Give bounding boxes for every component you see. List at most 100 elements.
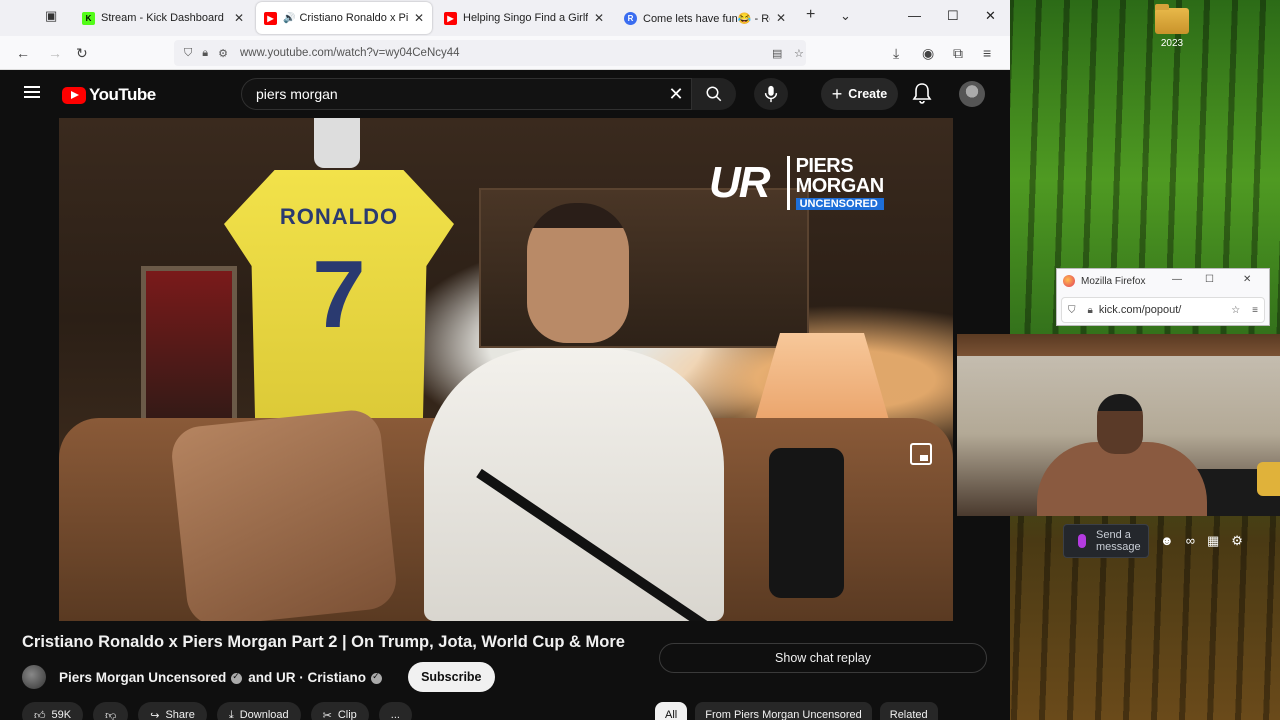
- video-title: Cristiano Ronaldo x Piers Morgan Part 2 …: [22, 633, 625, 651]
- ur-logo-text: UR: [709, 158, 771, 207]
- minimize-icon[interactable]: —: [908, 8, 921, 23]
- extensions-icon[interactable]: ⧉: [953, 45, 963, 62]
- video-player[interactable]: RONALDO 7 UR PIERS MORGAN UNCENSORED: [59, 118, 953, 621]
- desktop-folder-2023[interactable]: 2023: [1150, 4, 1194, 49]
- lock-icon[interactable]: 🔒︎: [1088, 305, 1093, 316]
- close-window-icon[interactable]: ✕: [985, 8, 996, 24]
- related-chips: All From Piers Morgan Uncensored Related: [655, 702, 938, 720]
- tab-title: Cristiano Ronaldo x Piers M: [299, 12, 408, 24]
- speaker-icon[interactable]: 🔊: [283, 13, 295, 24]
- tab-list-icon[interactable]: ▣: [45, 8, 57, 24]
- url-text[interactable]: www.youtube.com/watch?v=wy04CeNcy44: [240, 47, 460, 59]
- permissions-icon[interactable]: ⚙: [218, 47, 228, 60]
- piers-morgan-logo: PIERS MORGAN UNCENSORED: [786, 156, 885, 210]
- bookmark-star-icon[interactable]: ☆: [1231, 305, 1240, 316]
- settings-gear-icon[interactable]: ⚙: [1231, 533, 1243, 549]
- webcam-scene-pillow: [1257, 462, 1280, 496]
- popout-url-bar[interactable]: ⛉ 🔒︎ kick.com/popout/ ☆ ≡: [1061, 297, 1265, 323]
- tab-cristiano-ronaldo[interactable]: ▶ 🔊 Cristiano Ronaldo x Piers M ✕: [256, 2, 432, 34]
- voice-search-button[interactable]: [754, 78, 788, 110]
- video-scene-microphone: [769, 448, 844, 598]
- action-buttons: 👍︎ 59K 👎︎ ↪ Share ⤓ Download ✂ Clip ...: [22, 702, 412, 720]
- maximize-icon[interactable]: ☐: [947, 8, 959, 24]
- clip-button[interactable]: ✂ Clip: [310, 702, 369, 720]
- dislike-button[interactable]: 👎︎: [93, 702, 129, 720]
- notifications-bell-icon[interactable]: [912, 82, 932, 109]
- clear-search-icon[interactable]: ✕: [661, 84, 691, 105]
- miniplayer-icon[interactable]: [910, 443, 932, 465]
- share-button[interactable]: ↪ Share: [138, 702, 207, 720]
- channel-watermark: UR PIERS MORGAN UNCENSORED: [709, 156, 884, 210]
- youtube-favicon-icon: ▶: [264, 11, 277, 25]
- maximize-icon[interactable]: ☐: [1205, 274, 1214, 285]
- webcam-scene-ceiling: [957, 334, 1280, 356]
- youtube-logo-text: YouTube: [89, 85, 156, 104]
- search-button[interactable]: [692, 78, 736, 110]
- chevron-down-icon[interactable]: ⌄: [840, 8, 851, 24]
- tab-title: Come lets have fun😂 - Restr: [643, 12, 770, 25]
- kick-favicon-icon: K: [82, 11, 95, 25]
- shield-icon[interactable]: ⛉: [1068, 305, 1076, 316]
- more-actions-button[interactable]: ...: [378, 702, 412, 720]
- firefox-logo-icon: [1063, 275, 1075, 287]
- search-box[interactable]: piers morgan ✕: [241, 78, 692, 110]
- youtube-logo[interactable]: YouTube: [62, 85, 156, 105]
- tab-title: Helping Singo Find a Girlfriend: [463, 12, 588, 24]
- video-scene-pillow: [169, 407, 399, 621]
- close-tab-icon[interactable]: ✕: [776, 11, 786, 25]
- reload-icon[interactable]: ↻: [76, 45, 88, 62]
- restream-favicon-icon: R: [624, 11, 637, 25]
- popout-url-text[interactable]: kick.com/popout/: [1099, 304, 1182, 316]
- reader-view-icon[interactable]: ▤: [772, 47, 782, 60]
- webcam-scene-person: [1037, 394, 1207, 516]
- user-avatar[interactable]: [959, 81, 985, 107]
- menu-icon[interactable]: ≡: [1252, 305, 1258, 316]
- new-tab-button[interactable]: +: [806, 6, 815, 24]
- close-window-icon[interactable]: ✕: [1243, 274, 1251, 285]
- bookmark-star-icon[interactable]: ☆: [794, 47, 804, 60]
- close-tab-icon[interactable]: ✕: [234, 11, 244, 25]
- jersey-number-text: 7: [312, 241, 366, 348]
- pm-line2: MORGAN: [795, 175, 885, 197]
- close-tab-icon[interactable]: ✕: [594, 11, 604, 25]
- hamburger-menu-icon[interactable]: [24, 86, 40, 98]
- chip-all[interactable]: All: [655, 702, 688, 720]
- channel-avatar[interactable]: [22, 665, 46, 689]
- create-button[interactable]: + Create: [821, 78, 898, 110]
- minimize-icon[interactable]: —: [1172, 274, 1182, 285]
- channel-collab[interactable]: and UR · Cristiano: [248, 670, 366, 685]
- close-tab-icon[interactable]: ✕: [414, 11, 424, 25]
- tab-helping-singo[interactable]: ▶ Helping Singo Find a Girlfriend ✕: [436, 2, 612, 34]
- jersey-name-text: RONALDO: [279, 204, 399, 229]
- store-icon[interactable]: ▦: [1207, 533, 1219, 549]
- popout-titlebar: Mozilla Firefox — ☐ ✕: [1057, 269, 1269, 293]
- plus-icon: +: [831, 83, 843, 104]
- search-input[interactable]: piers morgan: [256, 86, 661, 102]
- firefox-window: ▣ K Stream - Kick Dashboard ✕ ▶ 🔊 Cristi…: [0, 0, 1010, 720]
- tab-title: Stream - Kick Dashboard: [101, 12, 224, 24]
- chip-from-channel[interactable]: From Piers Morgan Uncensored: [695, 702, 872, 720]
- download-button[interactable]: ⤓ Download: [216, 702, 301, 720]
- account-icon[interactable]: ◉: [922, 45, 934, 62]
- kick-chat-input[interactable]: Send a message: [1063, 524, 1149, 558]
- subscribe-button[interactable]: Subscribe: [408, 662, 495, 692]
- like-button[interactable]: 👍︎ 59K: [22, 702, 84, 720]
- microphone-icon[interactable]: [1078, 534, 1086, 548]
- forward-icon[interactable]: →: [48, 45, 62, 61]
- webcam-feed: [957, 334, 1280, 516]
- downloads-icon[interactable]: ⤓: [893, 45, 899, 62]
- folder-icon: [1155, 4, 1189, 34]
- channel-name[interactable]: Piers Morgan Uncensored: [59, 670, 226, 685]
- menu-icon[interactable]: ≡: [983, 45, 991, 61]
- chip-related[interactable]: Related: [879, 702, 938, 720]
- url-bar[interactable]: ⛉ 🔒︎ ⚙ www.youtube.com/watch?v=wy04CeNcy…: [174, 40, 806, 66]
- show-chat-replay-button[interactable]: Show chat replay: [659, 643, 987, 673]
- tab-kick-dashboard[interactable]: K Stream - Kick Dashboard ✕: [74, 2, 252, 34]
- youtube-favicon-icon: ▶: [444, 11, 457, 25]
- infinity-icon[interactable]: ∞: [1186, 533, 1195, 549]
- lock-icon[interactable]: 🔒︎: [202, 47, 208, 60]
- back-icon[interactable]: ←: [16, 45, 30, 61]
- shield-icon[interactable]: ⛉: [184, 47, 192, 60]
- emote-icon[interactable]: ☻: [1160, 533, 1174, 549]
- tab-come-lets-have-fun[interactable]: R Come lets have fun😂 - Restr ✕: [616, 2, 794, 34]
